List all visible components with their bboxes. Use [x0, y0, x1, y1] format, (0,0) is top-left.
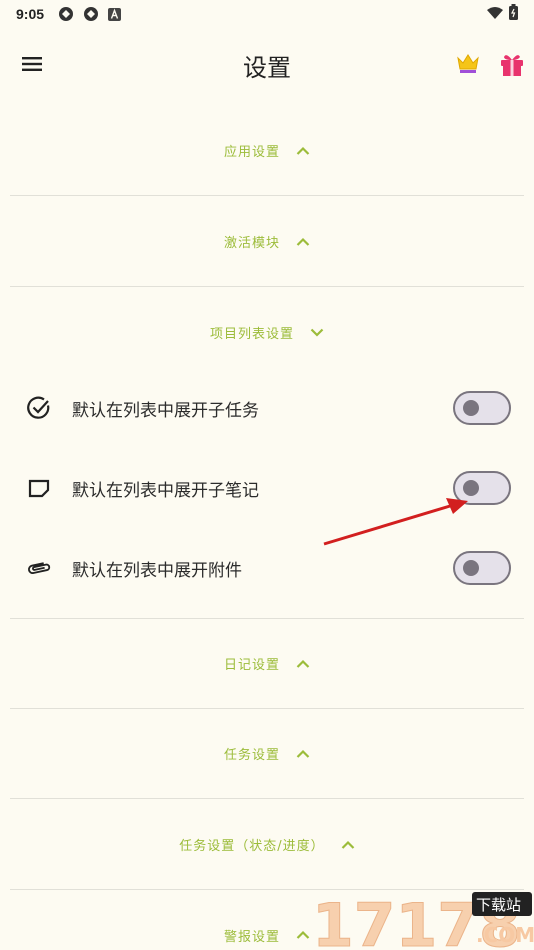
toggle-switch[interactable]: [453, 551, 511, 585]
toggle-knob: [463, 560, 479, 576]
sync-icon: [83, 6, 99, 22]
setting-row-expand-subtasks: 默认在列表中展开子任务: [0, 368, 534, 448]
crown-icon[interactable]: [455, 50, 481, 80]
section-label: 项目列表设置: [209, 326, 294, 342]
chevron-up-icon: [341, 840, 355, 850]
setting-label: 默认在列表中展开附件: [72, 560, 242, 581]
page-title: 设置: [243, 54, 291, 82]
section-label: 应用设置: [223, 145, 280, 160]
check-circle-icon: [26, 395, 52, 421]
section-label: 警报设置: [223, 929, 280, 945]
chevron-up-icon: [296, 146, 310, 156]
battery-icon: [509, 4, 518, 24]
setting-label: 默认在列表中展开子笔记: [72, 480, 259, 501]
svg-text:下载站: 下载站: [476, 896, 521, 914]
section-label: 日记设置: [223, 658, 280, 673]
setting-label: 默认在列表中展开子任务: [72, 400, 259, 421]
chevron-up-icon: [296, 930, 310, 940]
wifi-icon: [487, 6, 503, 23]
chevron-up-icon: [296, 749, 310, 759]
toggle-knob: [463, 480, 479, 496]
chevron-down-icon: [310, 327, 324, 337]
watermark-logo: 17178 下载站 .COM: [310, 888, 534, 950]
sync-icon: [58, 6, 74, 22]
section-project-list-settings[interactable]: 项目列表设置: [10, 287, 524, 377]
annotation-arrow: [323, 498, 468, 546]
chevron-up-icon: [296, 659, 310, 669]
chevron-up-icon: [296, 237, 310, 247]
gift-icon[interactable]: [498, 50, 526, 82]
section-label: 激活模块: [223, 236, 280, 251]
svg-text:.COM: .COM: [476, 923, 534, 947]
note-icon: [26, 475, 52, 501]
section-label: 任务设置: [223, 748, 280, 763]
section-task-status-settings[interactable]: 任务设置（状态/进度）: [10, 800, 524, 890]
status-bar: 9:05: [0, 0, 534, 28]
section-label: 任务设置（状态/进度）: [179, 839, 325, 854]
section-activate-modules[interactable]: 激活模块: [10, 197, 524, 287]
section-app-settings[interactable]: 应用设置: [10, 106, 524, 196]
section-journal-settings[interactable]: 日记设置: [10, 619, 524, 709]
section-task-settings[interactable]: 任务设置: [10, 709, 524, 799]
a-badge-icon: [108, 7, 122, 21]
app-bar: 设置: [0, 36, 534, 92]
paperclip-icon: [26, 555, 52, 581]
status-time: 9:05: [16, 6, 45, 22]
toggle-knob: [463, 400, 479, 416]
toggle-switch[interactable]: [453, 391, 511, 425]
